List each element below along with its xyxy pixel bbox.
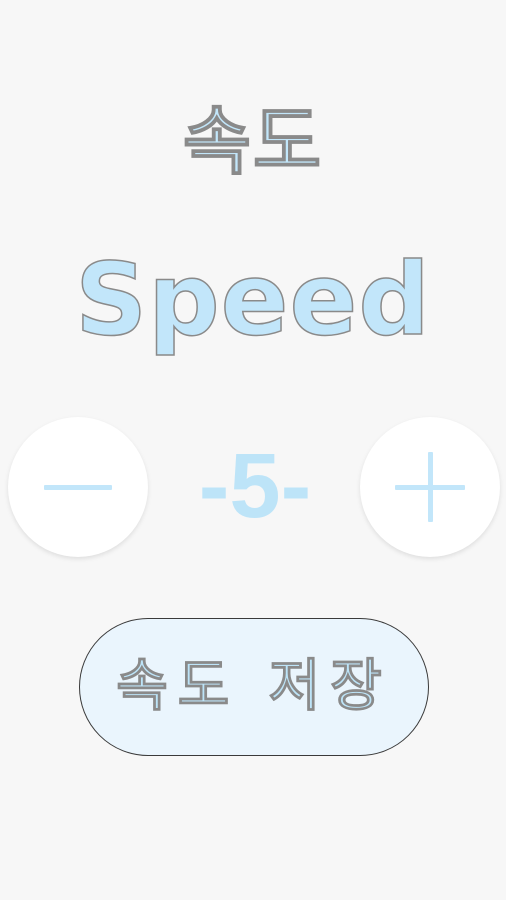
title-korean: 속도 [182, 99, 324, 185]
title-english: Speed [74, 241, 431, 358]
save-speed-button[interactable]: 속도 저장 [79, 618, 429, 756]
minus-icon [44, 484, 112, 490]
decrease-speed-button[interactable] [8, 417, 148, 557]
save-speed-label: 속도 저장 [116, 654, 392, 719]
increase-speed-button[interactable] [360, 417, 500, 557]
speed-value-display: -5- [198, 435, 312, 537]
plus-icon [395, 452, 465, 522]
